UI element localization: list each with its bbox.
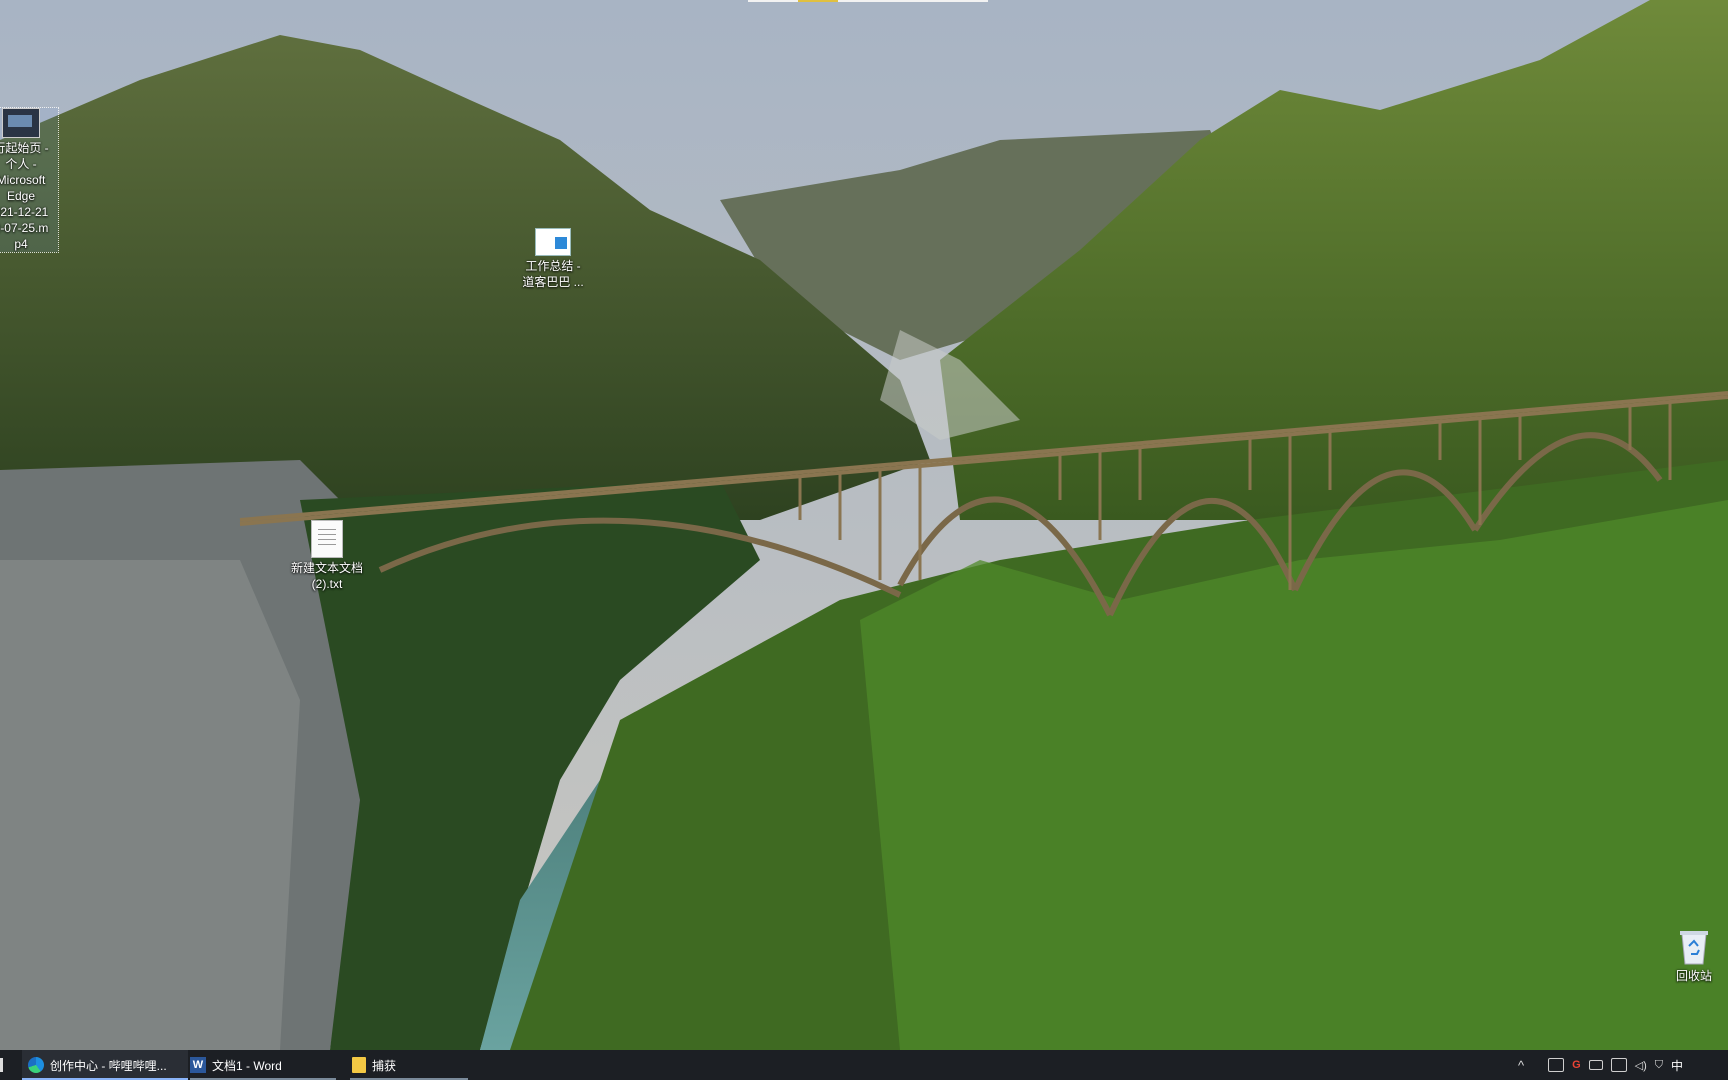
desktop-icon-work-summary[interactable]: 工作总结 - 道客巴巴 ... [516, 228, 590, 290]
icon-label-line: 新建文本文档 [290, 561, 363, 575]
icon-label-line: (2).txt [311, 577, 343, 591]
wallpaper [0, 0, 1728, 1050]
icon-label-line: 021-12-21 [0, 205, 49, 219]
text-file-icon [311, 520, 343, 558]
system-tray: ^ G ◁) ⛉ 中 [1518, 1050, 1683, 1080]
show-hidden-icons-chevron-icon[interactable]: ^ [1518, 1058, 1524, 1073]
taskbar-item-label: 文档1 - Word [212, 1058, 282, 1073]
icon-label-line: p4 [14, 237, 28, 251]
taskbar-item-label: 创作中心 - 哔哩哔哩... [50, 1058, 167, 1073]
icon-label-line: Microsoft [0, 173, 46, 187]
taskbar: 创作中心 - 哔哩哔哩... W 文档1 - Word 捕获 ^ G ◁) ⛉ … [0, 1050, 1728, 1080]
start-edge-icon [0, 1058, 3, 1072]
desktop-icon-recycle-bin[interactable]: 回收站 [1657, 926, 1728, 984]
document-icon [535, 228, 571, 256]
taskbar-item-word[interactable]: W 文档1 - Word [186, 1050, 340, 1080]
taskbar-item-label: 捕获 [372, 1058, 397, 1073]
keyboard-icon[interactable] [1548, 1058, 1565, 1072]
desktop-icon-edge-video[interactable]: 行起始页 - 个人 - Microsoft Edge 021-12-21 2-0… [0, 107, 59, 253]
icon-label-line: 行起始页 - [0, 141, 49, 155]
icon-label-line: 道客巴巴 ... [522, 275, 584, 289]
recycle-bin-icon [1677, 926, 1711, 966]
word-icon: W [190, 1057, 206, 1073]
volume-icon[interactable]: ◁) [1635, 1059, 1647, 1072]
desktop-icon-new-text-file[interactable]: 新建文本文档 (2).txt [290, 520, 364, 592]
ime-indicator[interactable]: 中 [1671, 1057, 1683, 1074]
taskbar-item-capture[interactable]: 捕获 [346, 1050, 472, 1080]
video-file-icon [2, 108, 40, 138]
google-icon[interactable]: G [1572, 1059, 1581, 1071]
icon-label-line: 工作总结 - [525, 259, 581, 273]
icon-label-line: Edge [6, 189, 36, 203]
folder-icon [352, 1057, 366, 1073]
icon-label-line: 个人 - [5, 157, 37, 171]
top-edge-indicator [748, 0, 988, 2]
icon-label-line: 回收站 [1675, 969, 1712, 983]
taskbar-item-edge[interactable]: 创作中心 - 哔哩哔哩... [22, 1050, 188, 1080]
security-shield-icon[interactable]: ⛉ [1655, 1059, 1663, 1072]
battery-icon[interactable] [1588, 1060, 1603, 1070]
edge-icon [28, 1057, 44, 1073]
network-icon[interactable] [1610, 1058, 1627, 1072]
start-button-edge[interactable] [0, 1050, 6, 1080]
top-edge-accent [798, 0, 838, 2]
icon-label-line: 2-07-25.m [0, 221, 49, 235]
desktop[interactable]: 行起始页 - 个人 - Microsoft Edge 021-12-21 2-0… [0, 0, 1728, 1050]
